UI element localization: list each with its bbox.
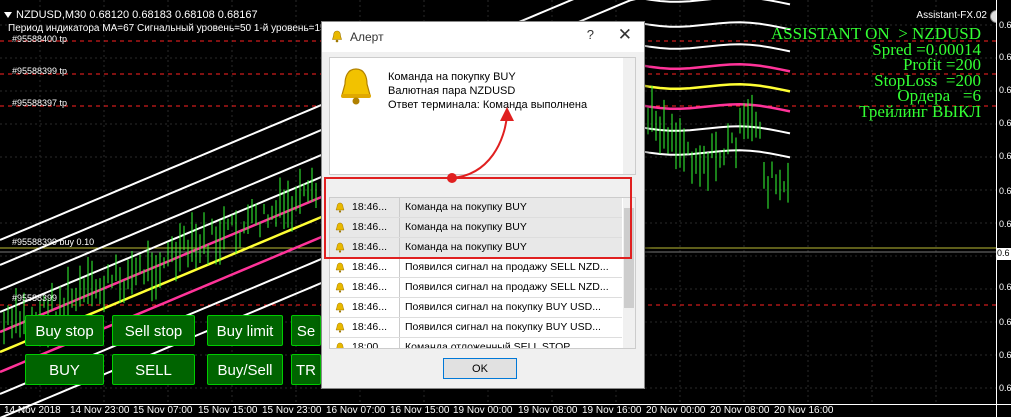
mt4-chart-window[interactable]: NZDUSD,M30 0.68120 0.68183 0.68108 0.681… <box>0 0 1011 417</box>
annotation-arrow <box>447 107 514 183</box>
